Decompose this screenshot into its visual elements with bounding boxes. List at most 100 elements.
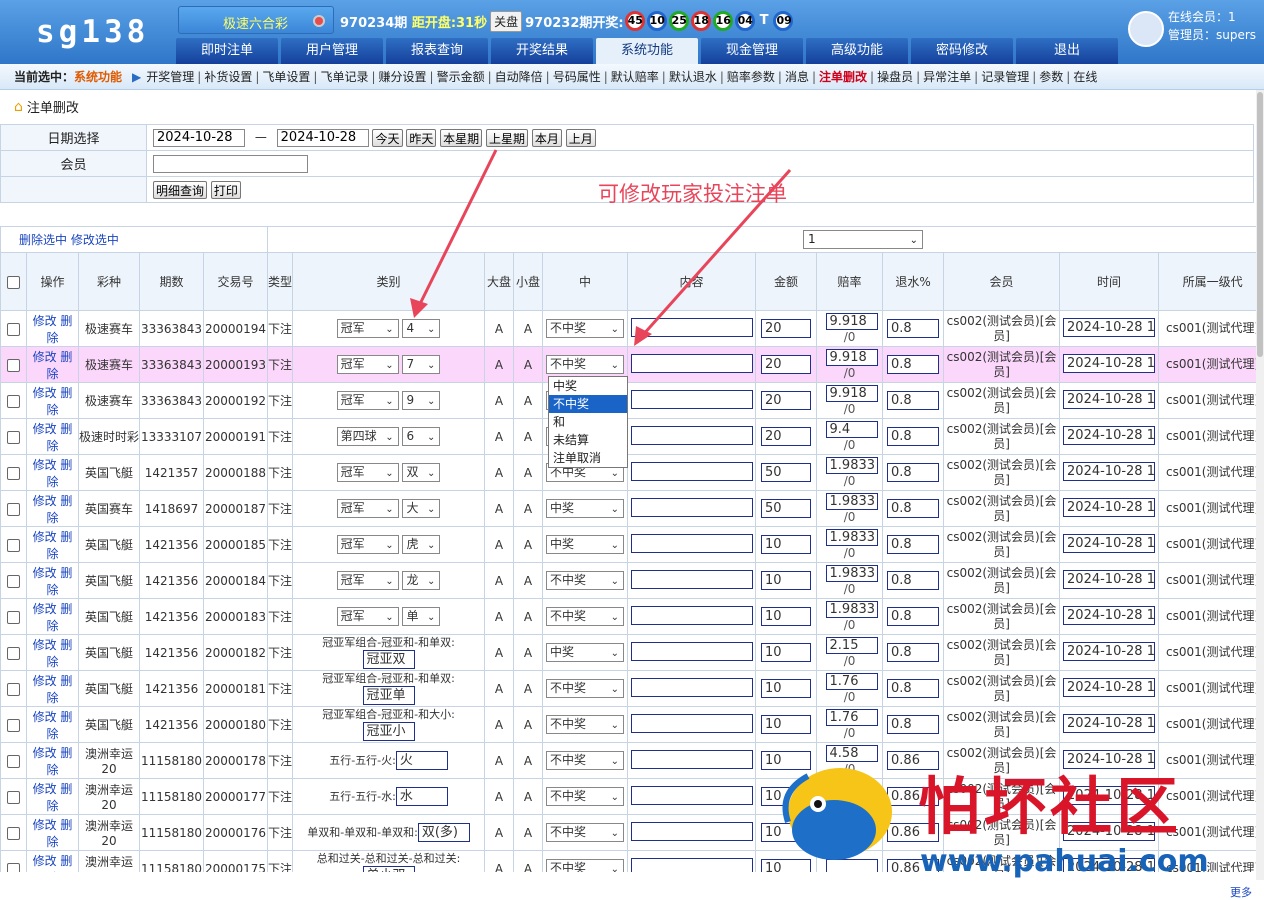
time-input[interactable]: 2024-10-28 14: [1063, 498, 1155, 517]
result-select[interactable]: 不中奖⌄: [546, 571, 624, 590]
content-input[interactable]: [631, 462, 753, 481]
edit-link[interactable]: 修改: [33, 530, 57, 544]
row-checkbox[interactable]: [7, 827, 20, 840]
dropdown-option[interactable]: 不中奖: [549, 395, 627, 413]
result-select[interactable]: 中奖⌄: [546, 499, 624, 518]
print-button[interactable]: 打印: [211, 181, 241, 199]
odds-input[interactable]: 1.9833: [826, 529, 878, 546]
rebate-input[interactable]: 0.8: [887, 715, 939, 734]
category-select[interactable]: 冠军⌄: [337, 499, 399, 518]
rebate-input[interactable]: 0.8: [887, 535, 939, 554]
odds-input[interactable]: 9.918: [826, 385, 878, 402]
subnav-link[interactable]: 飞单设置: [262, 70, 310, 84]
edit-link[interactable]: 修改: [33, 566, 57, 580]
result-select[interactable]: 中奖⌄: [546, 535, 624, 554]
amount-input[interactable]: 50: [761, 463, 811, 482]
content-input[interactable]: [631, 714, 753, 733]
edit-link[interactable]: 修改: [33, 422, 57, 436]
nav-tab[interactable]: 现金管理: [701, 38, 803, 64]
content-input[interactable]: [631, 750, 753, 769]
amount-input[interactable]: 10: [761, 715, 811, 734]
time-input[interactable]: 2024-10-28 14: [1063, 678, 1155, 697]
nav-tab[interactable]: 系统功能: [596, 38, 698, 64]
odds-input[interactable]: 9.4: [826, 421, 878, 438]
row-checkbox[interactable]: [7, 611, 20, 624]
odds-input[interactable]: 1.9833: [826, 493, 878, 510]
amount-input[interactable]: 20: [761, 391, 811, 410]
nav-tab[interactable]: 报表查询: [386, 38, 488, 64]
subnav-link[interactable]: 飞单记录: [320, 70, 368, 84]
amount-input[interactable]: 20: [761, 427, 811, 446]
rebate-input[interactable]: 0.8: [887, 679, 939, 698]
rebate-input[interactable]: 0.8: [887, 391, 939, 410]
rebate-input[interactable]: 0.8: [887, 499, 939, 518]
row-checkbox[interactable]: [7, 539, 20, 552]
nav-tab[interactable]: 退出: [1016, 38, 1118, 64]
amount-input[interactable]: 10: [761, 679, 811, 698]
subnav-link[interactable]: 默认赔率: [611, 70, 659, 84]
category-select[interactable]: 冠军⌄: [337, 607, 399, 626]
delete-selected-link[interactable]: 删除选中: [19, 233, 67, 247]
subnav-link[interactable]: 补货设置: [204, 70, 252, 84]
subnav-link[interactable]: 警示金额: [437, 70, 485, 84]
subnav-link[interactable]: 消息: [785, 70, 809, 84]
amount-input[interactable]: 10: [761, 607, 811, 626]
content-input[interactable]: [631, 390, 753, 409]
dropdown-option[interactable]: 未结算: [549, 431, 627, 449]
edit-selected-link[interactable]: 修改选中: [71, 233, 119, 247]
quick-date-button[interactable]: 上月: [566, 129, 596, 147]
category-box[interactable]: 冠亚双: [363, 650, 415, 669]
rebate-input[interactable]: 0.8: [887, 355, 939, 374]
rebate-input[interactable]: 0.8: [887, 427, 939, 446]
content-input[interactable]: [631, 858, 753, 873]
category-select[interactable]: 冠军⌄: [337, 355, 399, 374]
odds-input[interactable]: 1.9833: [826, 457, 878, 474]
time-input[interactable]: 2024-10-28 14: [1063, 426, 1155, 445]
amount-input[interactable]: 10: [761, 535, 811, 554]
member-input[interactable]: [153, 155, 308, 173]
vertical-scrollbar[interactable]: [1256, 90, 1264, 880]
row-checkbox[interactable]: [7, 431, 20, 444]
category-box[interactable]: 冠亚小: [363, 722, 415, 741]
subnav-link[interactable]: 自动降倍: [495, 70, 543, 84]
row-checkbox[interactable]: [7, 503, 20, 516]
scrollbar-thumb[interactable]: [1257, 92, 1263, 357]
time-input[interactable]: 2024-10-28 14: [1063, 570, 1155, 589]
nav-tab[interactable]: 即时注单: [176, 38, 278, 64]
time-input[interactable]: 2024-10-28 14: [1063, 318, 1155, 337]
amount-input[interactable]: 10: [761, 571, 811, 590]
category-select[interactable]: 冠军⌄: [337, 391, 399, 410]
subnav-link[interactable]: 记录管理: [981, 70, 1029, 84]
close-market-button[interactable]: 关盘: [490, 11, 522, 32]
time-input[interactable]: 2024-10-28 14: [1063, 462, 1155, 481]
amount-input[interactable]: 50: [761, 499, 811, 518]
time-input[interactable]: 2024-10-28 14: [1063, 354, 1155, 373]
content-input[interactable]: [631, 606, 753, 625]
edit-link[interactable]: 修改: [33, 458, 57, 472]
content-input[interactable]: [631, 822, 753, 841]
quick-date-button[interactable]: 本星期: [440, 129, 482, 147]
result-select[interactable]: 不中奖⌄: [546, 715, 624, 734]
rebate-input[interactable]: 0.8: [887, 571, 939, 590]
category-select[interactable]: 冠军⌄: [337, 535, 399, 554]
date-to-input[interactable]: [277, 129, 369, 147]
rebate-input[interactable]: 0.8: [887, 643, 939, 662]
content-input[interactable]: [631, 570, 753, 589]
odds-input[interactable]: 1.76: [826, 709, 878, 726]
edit-link[interactable]: 修改: [33, 350, 57, 364]
result-select[interactable]: 不中奖⌄: [546, 355, 624, 374]
category-box[interactable]: 单小双: [363, 866, 415, 872]
edit-link[interactable]: 修改: [33, 818, 57, 832]
subnav-link[interactable]: 号码属性: [553, 70, 601, 84]
nav-tab[interactable]: 开奖结果: [491, 38, 593, 64]
more-link[interactable]: 更多: [1230, 884, 1252, 900]
result-select[interactable]: 不中奖⌄: [546, 823, 624, 842]
quick-date-button[interactable]: 昨天: [406, 129, 436, 147]
content-input[interactable]: [631, 318, 753, 337]
odds-input[interactable]: 9.918: [826, 313, 878, 330]
result-select[interactable]: 不中奖⌄: [546, 859, 624, 872]
result-select[interactable]: 不中奖⌄: [546, 787, 624, 806]
odds-input[interactable]: 9.918: [826, 349, 878, 366]
amount-input[interactable]: 20: [761, 355, 811, 374]
edit-link[interactable]: 修改: [33, 782, 57, 796]
